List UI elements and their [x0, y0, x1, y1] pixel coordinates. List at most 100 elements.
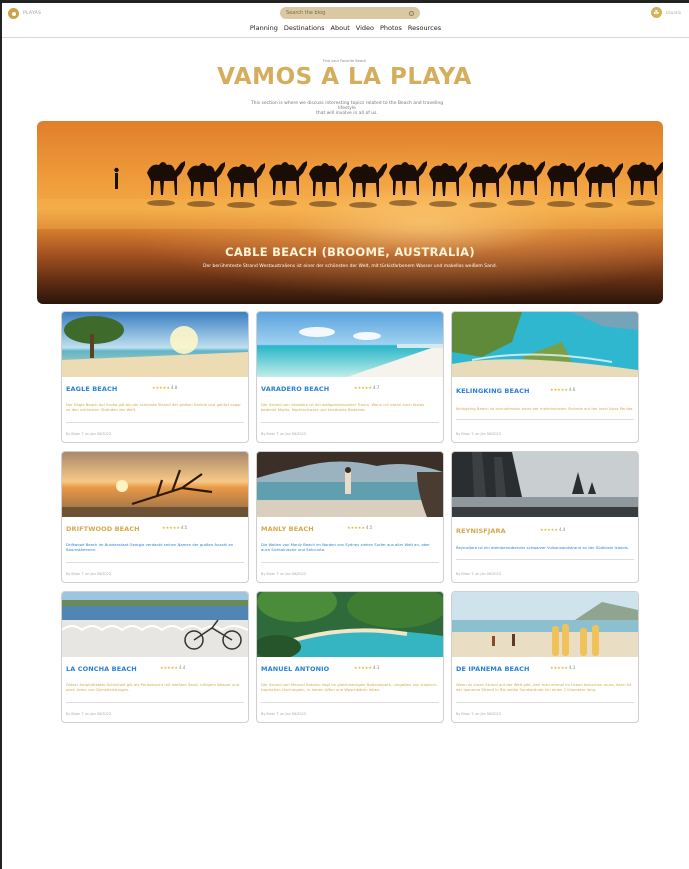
rating-value: 4.7: [372, 385, 380, 390]
search-input[interactable]: [286, 10, 409, 16]
featured-banner[interactable]: CABLE BEACH (BROOME, AUSTRALIA) Der berü…: [37, 121, 663, 304]
hero-kicker: Find your Favorite Beach: [322, 59, 367, 63]
star-icons: ★★★★★: [162, 525, 180, 530]
nav-resources[interactable]: Resources: [408, 24, 441, 32]
card-divider: [261, 422, 439, 423]
card-divider: [456, 559, 634, 560]
rating-value: 4.8: [170, 385, 178, 390]
rating-value: 4.5: [180, 525, 188, 530]
card-divider: [66, 562, 244, 563]
beach-photo[interactable]: [452, 312, 638, 377]
logo-text: PLAYAS: [23, 11, 42, 16]
card-meta: By Brian T. on Jan 06/2023: [456, 432, 501, 436]
card-meta: By Brian T. on Jan 06/2023: [66, 572, 111, 576]
card-divider: [261, 562, 439, 563]
nav-photos[interactable]: Photos: [380, 24, 402, 32]
card-meta: By Brian T. on Jan 06/2023: [66, 432, 111, 436]
beach-photo[interactable]: [257, 592, 443, 657]
beach-card[interactable]: DE IPANEMA BEACH ★★★★★4.3 Wenn es einen …: [451, 591, 639, 723]
window-left-border: [0, 0, 2, 869]
nav-about[interactable]: About: [331, 24, 350, 32]
card-description: Kelingking Beach ist ausnahmslos einer d…: [456, 406, 634, 411]
beach-card[interactable]: LA CONCHA BEACH ★★★★★4.4 Dieser Amphithe…: [61, 591, 249, 723]
card-divider: [261, 702, 439, 703]
card-title[interactable]: MANLY BEACH: [261, 525, 314, 533]
card-meta: By Brian T. on Jan 06/2023: [456, 572, 501, 576]
camel-caravan-image: [37, 161, 663, 229]
rating: ★★★★★4.3: [550, 665, 575, 670]
star-icons: ★★★★★: [354, 385, 372, 390]
site-logo[interactable]: PLAYAS: [8, 8, 41, 19]
card-meta: By Brian T. on Jan 06/2023: [66, 712, 111, 716]
rating: ★★★★★4.8: [152, 385, 177, 390]
avatar[interactable]: ☘: [650, 7, 662, 18]
star-icons: ★★★★★: [354, 665, 372, 670]
beach-card[interactable]: MANLY BEACH ★★★★★4.5 Die Wellen von Manl…: [256, 451, 444, 583]
card-title[interactable]: REYNISFJARA: [456, 527, 506, 535]
card-description: Der Strand von Varadero ist ein weltgeme…: [261, 402, 425, 412]
rating-value: 4.5: [365, 525, 373, 530]
beach-card[interactable]: VARADERO BEACH ★★★★★4.7 Der Strand von V…: [256, 311, 444, 443]
banner-title: CABLE BEACH (BROOME, AUSTRALIA): [225, 245, 475, 259]
card-title[interactable]: KELINGKING BEACH: [456, 387, 530, 395]
beach-photo[interactable]: [62, 452, 248, 517]
beach-card[interactable]: REYNISFJARA ★★★★★4.4 Reynisfjara ist ein…: [451, 451, 639, 583]
beach-photo[interactable]: [257, 452, 443, 517]
rating: ★★★★★4.5: [347, 525, 372, 530]
page-title: VAMOS A LA PLAYA: [217, 64, 472, 90]
user-label: Usuario: [665, 10, 681, 15]
nav-destinations[interactable]: Destinations: [284, 24, 325, 32]
rating-value: 4.3: [568, 665, 576, 670]
star-icons: ★★★★★: [550, 387, 568, 392]
beach-photo[interactable]: [257, 312, 443, 377]
card-title[interactable]: DRIFTWOOD BEACH: [66, 525, 140, 533]
card-description: Die Wellen von Manly Beach im Norden von…: [261, 542, 430, 552]
card-meta: By Brian T. on Jan 06/2023: [261, 572, 306, 576]
beach-photo[interactable]: [452, 452, 638, 517]
card-title[interactable]: MANUEL ANTONIO: [261, 665, 329, 673]
star-icons: ★★★★★: [347, 525, 365, 530]
beach-card[interactable]: MANUEL ANTONIO ★★★★★4.3 Der Strand von M…: [256, 591, 444, 723]
user-menu[interactable]: ☘ Usuario: [650, 7, 681, 18]
beach-photo[interactable]: [62, 592, 248, 657]
rating-value: 4.4: [178, 665, 186, 670]
card-title[interactable]: LA CONCHA BEACH: [66, 665, 137, 673]
star-icons: ★★★★★: [152, 385, 170, 390]
nav-planning[interactable]: Planning: [250, 24, 278, 32]
card-title[interactable]: DE IPANEMA BEACH: [456, 665, 530, 673]
star-icons: ★★★★★: [540, 527, 558, 532]
card-divider: [456, 702, 634, 703]
beach-photo[interactable]: [452, 592, 638, 657]
hero-description: This section is where we discuss interes…: [244, 101, 450, 116]
beach-card[interactable]: EAGLE BEACH ★★★★★4.8 Der Eagle Beach auf…: [61, 311, 249, 443]
card-description: Reynisfjara ist ein atemberaubender schw…: [456, 545, 629, 550]
search-bar[interactable]: [280, 7, 420, 19]
search-icon[interactable]: [409, 10, 414, 16]
card-divider: [66, 422, 244, 423]
beach-card[interactable]: KELINGKING BEACH ★★★★★4.6 Kelingking Bea…: [451, 311, 639, 443]
main-nav: Planning Destinations About Video Photos…: [2, 24, 689, 32]
rating-value: 4.3: [372, 665, 380, 670]
rating: ★★★★★4.5: [162, 525, 187, 530]
card-description: Wenn es einen Strand auf der Welt gibt, …: [456, 682, 632, 692]
rating: ★★★★★4.4: [540, 527, 565, 532]
rating: ★★★★★4.6: [550, 387, 575, 392]
nav-video[interactable]: Video: [356, 24, 374, 32]
card-description: Driftwood Beach im Bundesstaat Georgia v…: [66, 542, 234, 552]
card-description: Der Strand von Manuel Antonio liegt im g…: [261, 682, 438, 692]
hero-description-line: This section is where we discuss interes…: [250, 101, 444, 111]
card-title[interactable]: VARADERO BEACH: [261, 385, 329, 393]
top-bar: PLAYAS ☘ Usuario Planning Destinations A…: [2, 3, 689, 38]
beach-photo[interactable]: [62, 312, 248, 377]
card-meta: By Brian T. on Jan 06/2023: [261, 432, 306, 436]
rating: ★★★★★4.3: [354, 665, 379, 670]
banner-subtitle: Der berühmteste Strand Westaustraliens i…: [202, 264, 497, 269]
rating: ★★★★★4.4: [160, 665, 185, 670]
beach-card[interactable]: DRIFTWOOD BEACH ★★★★★4.5 Driftwood Beach…: [61, 451, 249, 583]
rating-value: 4.4: [558, 527, 566, 532]
card-title[interactable]: EAGLE BEACH: [66, 385, 117, 393]
card-divider: [66, 702, 244, 703]
card-description: Der Eagle Beach auf Aruba gilt als der s…: [66, 402, 241, 412]
star-icons: ★★★★★: [160, 665, 178, 670]
rating-value: 4.6: [568, 387, 576, 392]
